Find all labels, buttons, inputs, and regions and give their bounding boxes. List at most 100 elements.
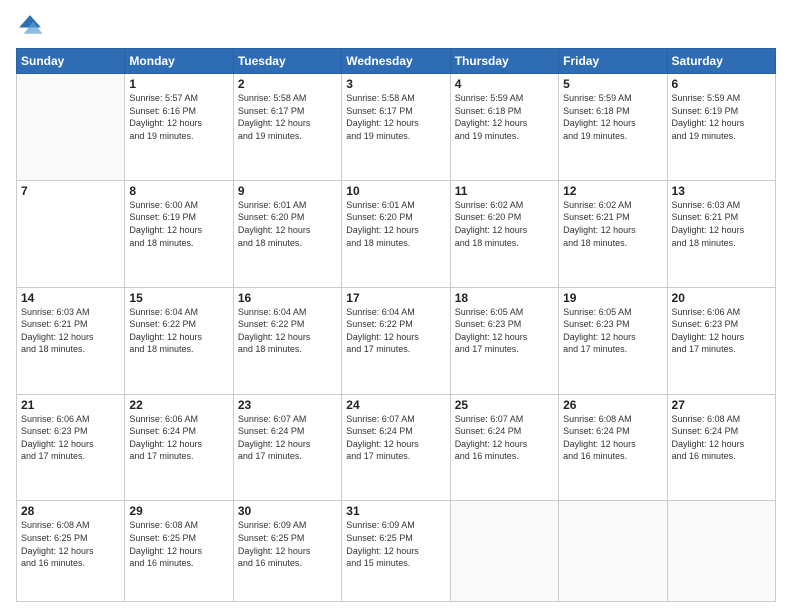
day-number: 3 xyxy=(346,77,445,91)
calendar-cell: 1Sunrise: 5:57 AM Sunset: 6:16 PM Daylig… xyxy=(125,74,233,181)
calendar-cell: 15Sunrise: 6:04 AM Sunset: 6:22 PM Dayli… xyxy=(125,287,233,394)
calendar-cell: 24Sunrise: 6:07 AM Sunset: 6:24 PM Dayli… xyxy=(342,394,450,501)
day-info: Sunrise: 6:07 AM Sunset: 6:24 PM Dayligh… xyxy=(238,413,337,463)
day-info: Sunrise: 5:58 AM Sunset: 6:17 PM Dayligh… xyxy=(238,92,337,142)
day-info: Sunrise: 6:01 AM Sunset: 6:20 PM Dayligh… xyxy=(238,199,337,249)
day-info: Sunrise: 6:04 AM Sunset: 6:22 PM Dayligh… xyxy=(346,306,445,356)
day-header-wednesday: Wednesday xyxy=(342,49,450,74)
day-info: Sunrise: 6:08 AM Sunset: 6:24 PM Dayligh… xyxy=(563,413,662,463)
day-header-tuesday: Tuesday xyxy=(233,49,341,74)
day-info: Sunrise: 6:00 AM Sunset: 6:19 PM Dayligh… xyxy=(129,199,228,249)
calendar-cell: 9Sunrise: 6:01 AM Sunset: 6:20 PM Daylig… xyxy=(233,180,341,287)
day-info: Sunrise: 6:04 AM Sunset: 6:22 PM Dayligh… xyxy=(238,306,337,356)
day-number: 19 xyxy=(563,291,662,305)
calendar-cell: 8Sunrise: 6:00 AM Sunset: 6:19 PM Daylig… xyxy=(125,180,233,287)
day-info: Sunrise: 6:03 AM Sunset: 6:21 PM Dayligh… xyxy=(21,306,120,356)
calendar-cell: 17Sunrise: 6:04 AM Sunset: 6:22 PM Dayli… xyxy=(342,287,450,394)
day-number: 18 xyxy=(455,291,554,305)
week-row-4: 28Sunrise: 6:08 AM Sunset: 6:25 PM Dayli… xyxy=(17,501,776,602)
day-info: Sunrise: 6:07 AM Sunset: 6:24 PM Dayligh… xyxy=(346,413,445,463)
day-number: 9 xyxy=(238,184,337,198)
day-info: Sunrise: 6:06 AM Sunset: 6:23 PM Dayligh… xyxy=(672,306,771,356)
day-info: Sunrise: 6:02 AM Sunset: 6:20 PM Dayligh… xyxy=(455,199,554,249)
day-number: 14 xyxy=(21,291,120,305)
day-info: Sunrise: 6:07 AM Sunset: 6:24 PM Dayligh… xyxy=(455,413,554,463)
calendar-cell: 14Sunrise: 6:03 AM Sunset: 6:21 PM Dayli… xyxy=(17,287,125,394)
day-number: 21 xyxy=(21,398,120,412)
day-info: Sunrise: 6:03 AM Sunset: 6:21 PM Dayligh… xyxy=(672,199,771,249)
calendar-cell: 12Sunrise: 6:02 AM Sunset: 6:21 PM Dayli… xyxy=(559,180,667,287)
day-number: 31 xyxy=(346,504,445,518)
calendar-cell: 10Sunrise: 6:01 AM Sunset: 6:20 PM Dayli… xyxy=(342,180,450,287)
day-number: 27 xyxy=(672,398,771,412)
calendar-cell: 28Sunrise: 6:08 AM Sunset: 6:25 PM Dayli… xyxy=(17,501,125,602)
calendar-cell: 13Sunrise: 6:03 AM Sunset: 6:21 PM Dayli… xyxy=(667,180,775,287)
day-info: Sunrise: 6:08 AM Sunset: 6:25 PM Dayligh… xyxy=(21,519,120,569)
day-info: Sunrise: 6:06 AM Sunset: 6:23 PM Dayligh… xyxy=(21,413,120,463)
calendar-cell: 29Sunrise: 6:08 AM Sunset: 6:25 PM Dayli… xyxy=(125,501,233,602)
logo xyxy=(16,12,48,40)
day-info: Sunrise: 6:06 AM Sunset: 6:24 PM Dayligh… xyxy=(129,413,228,463)
day-number: 11 xyxy=(455,184,554,198)
calendar-cell: 19Sunrise: 6:05 AM Sunset: 6:23 PM Dayli… xyxy=(559,287,667,394)
calendar-header-row: SundayMondayTuesdayWednesdayThursdayFrid… xyxy=(17,49,776,74)
day-info: Sunrise: 6:02 AM Sunset: 6:21 PM Dayligh… xyxy=(563,199,662,249)
calendar-cell: 4Sunrise: 5:59 AM Sunset: 6:18 PM Daylig… xyxy=(450,74,558,181)
day-number: 8 xyxy=(129,184,228,198)
calendar-cell: 18Sunrise: 6:05 AM Sunset: 6:23 PM Dayli… xyxy=(450,287,558,394)
week-row-2: 14Sunrise: 6:03 AM Sunset: 6:21 PM Dayli… xyxy=(17,287,776,394)
calendar-cell: 6Sunrise: 5:59 AM Sunset: 6:19 PM Daylig… xyxy=(667,74,775,181)
day-number: 17 xyxy=(346,291,445,305)
day-info: Sunrise: 6:08 AM Sunset: 6:24 PM Dayligh… xyxy=(672,413,771,463)
day-number: 20 xyxy=(672,291,771,305)
calendar-cell: 23Sunrise: 6:07 AM Sunset: 6:24 PM Dayli… xyxy=(233,394,341,501)
calendar-cell: 16Sunrise: 6:04 AM Sunset: 6:22 PM Dayli… xyxy=(233,287,341,394)
calendar-cell: 3Sunrise: 5:58 AM Sunset: 6:17 PM Daylig… xyxy=(342,74,450,181)
day-info: Sunrise: 5:57 AM Sunset: 6:16 PM Dayligh… xyxy=(129,92,228,142)
day-number: 23 xyxy=(238,398,337,412)
day-info: Sunrise: 5:59 AM Sunset: 6:18 PM Dayligh… xyxy=(455,92,554,142)
week-row-0: 1Sunrise: 5:57 AM Sunset: 6:16 PM Daylig… xyxy=(17,74,776,181)
calendar-cell xyxy=(450,501,558,602)
day-info: Sunrise: 6:04 AM Sunset: 6:22 PM Dayligh… xyxy=(129,306,228,356)
day-info: Sunrise: 5:59 AM Sunset: 6:18 PM Dayligh… xyxy=(563,92,662,142)
day-info: Sunrise: 5:59 AM Sunset: 6:19 PM Dayligh… xyxy=(672,92,771,142)
week-row-3: 21Sunrise: 6:06 AM Sunset: 6:23 PM Dayli… xyxy=(17,394,776,501)
day-number: 26 xyxy=(563,398,662,412)
day-number: 4 xyxy=(455,77,554,91)
calendar-cell: 22Sunrise: 6:06 AM Sunset: 6:24 PM Dayli… xyxy=(125,394,233,501)
day-info: Sunrise: 6:09 AM Sunset: 6:25 PM Dayligh… xyxy=(238,519,337,569)
week-row-1: 78Sunrise: 6:00 AM Sunset: 6:19 PM Dayli… xyxy=(17,180,776,287)
day-header-sunday: Sunday xyxy=(17,49,125,74)
day-number: 29 xyxy=(129,504,228,518)
calendar-cell: 20Sunrise: 6:06 AM Sunset: 6:23 PM Dayli… xyxy=(667,287,775,394)
day-number: 7 xyxy=(21,184,120,198)
day-info: Sunrise: 6:05 AM Sunset: 6:23 PM Dayligh… xyxy=(563,306,662,356)
calendar-cell: 27Sunrise: 6:08 AM Sunset: 6:24 PM Dayli… xyxy=(667,394,775,501)
day-header-saturday: Saturday xyxy=(667,49,775,74)
logo-icon xyxy=(16,12,44,40)
calendar-cell xyxy=(667,501,775,602)
day-number: 15 xyxy=(129,291,228,305)
day-number: 6 xyxy=(672,77,771,91)
calendar-cell: 31Sunrise: 6:09 AM Sunset: 6:25 PM Dayli… xyxy=(342,501,450,602)
day-number: 28 xyxy=(21,504,120,518)
day-info: Sunrise: 6:08 AM Sunset: 6:25 PM Dayligh… xyxy=(129,519,228,569)
day-header-monday: Monday xyxy=(125,49,233,74)
day-number: 5 xyxy=(563,77,662,91)
day-number: 30 xyxy=(238,504,337,518)
day-info: Sunrise: 6:09 AM Sunset: 6:25 PM Dayligh… xyxy=(346,519,445,569)
calendar-cell xyxy=(559,501,667,602)
calendar-cell: 25Sunrise: 6:07 AM Sunset: 6:24 PM Dayli… xyxy=(450,394,558,501)
calendar-cell xyxy=(17,74,125,181)
page: SundayMondayTuesdayWednesdayThursdayFrid… xyxy=(0,0,792,612)
day-number: 25 xyxy=(455,398,554,412)
calendar-cell: 26Sunrise: 6:08 AM Sunset: 6:24 PM Dayli… xyxy=(559,394,667,501)
calendar-cell: 2Sunrise: 5:58 AM Sunset: 6:17 PM Daylig… xyxy=(233,74,341,181)
calendar-cell: 30Sunrise: 6:09 AM Sunset: 6:25 PM Dayli… xyxy=(233,501,341,602)
day-number: 12 xyxy=(563,184,662,198)
day-info: Sunrise: 6:01 AM Sunset: 6:20 PM Dayligh… xyxy=(346,199,445,249)
day-number: 22 xyxy=(129,398,228,412)
calendar-table: SundayMondayTuesdayWednesdayThursdayFrid… xyxy=(16,48,776,602)
day-number: 10 xyxy=(346,184,445,198)
